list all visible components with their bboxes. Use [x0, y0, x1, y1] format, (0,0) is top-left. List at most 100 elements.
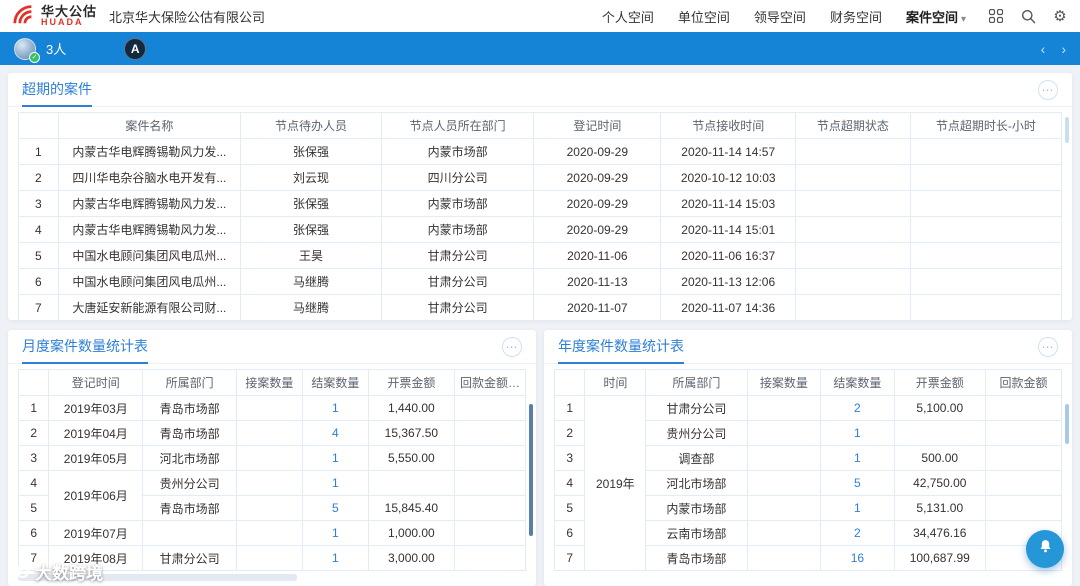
table-cell: 5 — [17, 495, 50, 521]
table-cell: 5 — [553, 495, 586, 521]
table-cell: 河北市场部 — [142, 445, 237, 471]
table-cell — [794, 190, 911, 217]
nav-item-case[interactable]: 案件空间 ▾ — [906, 7, 966, 26]
case-count-link[interactable]: 5 — [332, 501, 339, 515]
table-cell — [367, 470, 455, 496]
table-cell: 2 — [17, 420, 50, 446]
column-header: 节点超期时长-小时 — [909, 112, 1063, 139]
table-cell — [984, 395, 1063, 421]
table-cell: 5 — [820, 470, 895, 496]
case-count-link[interactable]: 16 — [851, 551, 864, 565]
case-count-link[interactable]: 1 — [854, 501, 861, 515]
nav-item-personal[interactable]: 个人空间 — [602, 7, 654, 26]
nav-item-finance[interactable]: 财务空间 — [830, 7, 882, 26]
apps-grid-icon[interactable] — [988, 8, 1004, 24]
table-cell: 6 — [18, 268, 59, 295]
table-cell — [893, 420, 986, 446]
table-cell — [235, 395, 303, 421]
table-cell — [794, 164, 911, 191]
table-cell: 甘肃分公司 — [142, 545, 237, 571]
table-cell — [984, 495, 1063, 521]
nav-item-unit[interactable]: 单位空间 — [678, 7, 730, 26]
table-row: 4 2019年06月 贵州分公司 1 — [17, 470, 527, 521]
case-count-link[interactable]: 5 — [854, 476, 861, 490]
table-cell: 张保强 — [240, 190, 382, 217]
table-cell — [794, 216, 911, 243]
table-cell: 2019年03月 — [48, 395, 144, 421]
table-cell — [235, 495, 303, 521]
table-cell: 马继腾 — [240, 268, 382, 295]
top-header: 华大公估 HUADA 北京华大保险公估有限公司 个人空间 单位空间 领导空间 财务空间… — [0, 0, 1080, 32]
column-header: 节点待办人员 — [240, 112, 382, 139]
table-cell: 2020-09-29 — [533, 164, 662, 191]
case-count-link[interactable]: 1 — [332, 451, 339, 465]
column-header: 接案数量 — [235, 369, 303, 396]
table-cell: 四川华电杂谷脑水电开发有... — [57, 164, 242, 191]
table-cell: 中国水电顾问集团风电瓜州... — [57, 242, 242, 269]
vertical-scrollbar[interactable] — [529, 404, 533, 536]
column-header — [17, 369, 50, 396]
nav-item-leader[interactable]: 领导空间 — [754, 7, 806, 26]
table-cell: 1,000.00 — [367, 520, 455, 546]
table-cell: 内蒙市场部 — [645, 495, 748, 521]
header-row: 登记时间 所属部门 接案数量 结案数量 开票金额 回款金额合计 — [17, 369, 527, 396]
case-count-link[interactable]: 1 — [332, 476, 339, 490]
table-cell: 3 — [18, 190, 59, 217]
chevron-right-icon[interactable]: › — [1061, 41, 1066, 57]
column-header: 时间 — [584, 369, 647, 396]
table-cell: 3 — [553, 445, 586, 471]
table-cell: 4 — [301, 420, 369, 446]
table-cell — [453, 445, 527, 471]
table-cell: 34,476.16 — [893, 520, 986, 546]
table-cell — [453, 395, 527, 421]
org-logo-avatar[interactable]: A — [124, 37, 147, 60]
table-cell: 7 — [18, 294, 59, 320]
table-row: 5 中国水电顾问集团风电瓜州... 王昊 甘肃分公司 2020-11-06 2020-11… — [18, 242, 1063, 269]
vertical-scrollbar[interactable] — [1065, 117, 1069, 143]
notification-bell-button[interactable] — [1026, 530, 1064, 568]
user-bar: ✓ 3人 A ‹ › — [0, 32, 1080, 65]
more-options-icon[interactable]: ⋯ — [1038, 79, 1058, 100]
table-cell: 2 — [18, 164, 59, 191]
case-count-link[interactable]: 1 — [332, 401, 339, 415]
table-cell: 1 — [301, 545, 369, 571]
user-avatar[interactable]: ✓ — [14, 37, 40, 63]
more-options-icon[interactable]: ⋯ — [1038, 336, 1058, 357]
case-count-link[interactable]: 1 — [332, 551, 339, 565]
table-cell — [746, 495, 822, 521]
table-cell: 2 — [820, 395, 895, 421]
column-header: 结案数量 — [301, 369, 369, 396]
table-cell: 2020-10-12 10:03 — [660, 164, 796, 191]
table-cell — [746, 395, 822, 421]
more-options-icon[interactable]: ⋯ — [502, 336, 522, 357]
case-count-link[interactable]: 1 — [854, 426, 861, 440]
table-cell: 大唐延安新能源有限公司财... — [57, 294, 242, 320]
column-header: 回款金额合计 — [453, 369, 527, 396]
table-cell — [746, 545, 822, 571]
case-count-link[interactable]: 1 — [332, 526, 339, 540]
table-cell: 云南市场部 — [645, 520, 748, 546]
search-icon[interactable] — [1020, 8, 1036, 24]
table-cell: 2019年 — [584, 395, 647, 571]
company-name: 北京华大保险公估有限公司 — [109, 9, 266, 25]
table-cell — [235, 420, 303, 446]
case-count-link[interactable]: 2 — [854, 526, 861, 540]
table-cell: 1 — [820, 420, 895, 446]
table-cell: 3 — [17, 445, 50, 471]
case-count-link[interactable]: 4 — [332, 426, 339, 440]
case-count-link[interactable]: 1 — [854, 451, 861, 465]
case-count-link[interactable]: 2 — [854, 401, 861, 415]
gear-icon[interactable]: ⚙ — [1052, 8, 1068, 24]
table-cell: 内蒙市场部 — [380, 190, 535, 217]
vertical-scrollbar[interactable] — [1065, 404, 1069, 444]
table-cell: 42,750.00 — [893, 470, 986, 496]
monthly-stats-panel: 月度案件数量统计表 ⋯ 登记时间 所属部门 接案数量 结案数量 开票金额 回款金额合计 1 2… — [8, 330, 536, 586]
table-cell: 2019年08月 — [48, 545, 144, 571]
chevron-left-icon[interactable]: ‹ — [1041, 41, 1046, 57]
column-header: 节点人员所在部门 — [380, 112, 535, 139]
column-header: 案件名称 — [57, 112, 242, 139]
table-cell: 2020-11-07 14:36 — [660, 294, 796, 320]
horizontal-scrollbar[interactable] — [18, 573, 526, 582]
table-cell — [453, 520, 527, 546]
column-header: 登记时间 — [48, 369, 144, 396]
